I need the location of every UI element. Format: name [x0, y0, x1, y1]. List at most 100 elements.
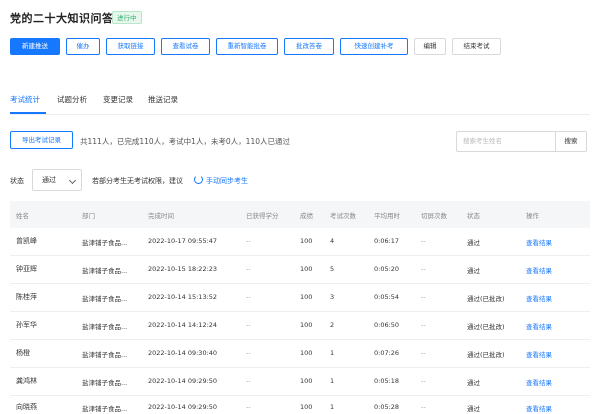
end-exam-button[interactable]: 结束考试 [452, 38, 501, 55]
view-paper-button[interactable]: 查看试卷 [161, 38, 210, 55]
view-result-link[interactable]: 查看结果 [526, 293, 552, 303]
cell-name: 曾凯峰 [16, 237, 37, 245]
tab-question-analysis[interactable]: 试题分析 [57, 94, 87, 105]
cell-dept: 盐津铺子食品... [82, 379, 128, 387]
cell-status: 通过(已批改) [467, 351, 505, 359]
urge-button[interactable]: 催办 [66, 38, 100, 55]
cell-dept: 盐津铺子食品... [82, 405, 128, 413]
cell-switch: -- [421, 237, 426, 245]
cell-avg-time: 0:05:18 [374, 377, 400, 385]
grade-answers-button[interactable]: 批改答卷 [284, 38, 334, 55]
export-records-button[interactable]: 导出考试记录 [10, 131, 73, 149]
cell-attempts: 5 [330, 265, 335, 273]
cell-switch: -- [421, 293, 426, 301]
tab-change-log[interactable]: 变更记录 [103, 94, 133, 105]
cell-score: 100 [300, 321, 313, 329]
cell-name: 钟亚辉 [16, 265, 37, 273]
cell-status: 通过 [467, 405, 480, 413]
cell-dept: 盐津铺子食品... [82, 323, 128, 331]
new-push-button[interactable]: 新建推送 [10, 38, 60, 55]
column-header-status: 状态 [467, 212, 480, 220]
cell-score: 100 [300, 377, 313, 385]
cell-attempts: 1 [330, 377, 335, 385]
column-header-time: 完成时间 [148, 212, 174, 220]
cell-avg-time: 0:05:20 [374, 265, 400, 273]
cell-status: 通过 [467, 267, 480, 275]
cell-time: 2022-10-14 14:12:24 [148, 321, 218, 329]
cell-credit: -- [246, 265, 251, 273]
cell-switch: -- [421, 377, 426, 385]
sync-examinees-link[interactable]: 手动同步考生 [206, 176, 248, 186]
cell-switch: -- [421, 403, 426, 411]
refresh-icon[interactable] [194, 175, 203, 184]
cell-time: 2022-10-14 09:29:50 [148, 377, 218, 385]
cell-switch: -- [421, 321, 426, 329]
cell-status: 通过 [467, 239, 480, 247]
cell-status: 通过(已批改) [467, 323, 505, 331]
status-select[interactable]: 通过 [32, 169, 82, 191]
cell-credit: -- [246, 293, 251, 301]
cell-dept: 盐津铺子食品... [82, 351, 128, 359]
search-input[interactable]: 搜索考生姓名 [456, 131, 556, 152]
view-result-link[interactable]: 查看结果 [526, 349, 552, 359]
cell-score: 100 [300, 265, 313, 273]
column-header-score: 成绩 [300, 212, 313, 220]
table-row: 曾凯峰 盐津铺子食品... 2022-10-17 09:55:47 -- 100… [10, 228, 590, 256]
cell-avg-time: 0:07:26 [374, 349, 400, 357]
cell-credit: -- [246, 349, 251, 357]
cell-avg-time: 0:05:28 [374, 403, 400, 411]
column-header-avg-time: 平均用时 [374, 212, 400, 220]
re-grade-button[interactable]: 重新智能批卷 [216, 38, 278, 55]
cell-credit: -- [246, 377, 251, 385]
cell-dept: 盐津铺子食品... [82, 267, 128, 275]
cell-time: 2022-10-14 09:30:40 [148, 349, 218, 357]
cell-attempts: 1 [330, 403, 335, 411]
table-row: 龚鸿林 盐津铺子食品... 2022-10-14 09:29:50 -- 100… [10, 368, 590, 396]
table-row: 杨橙 盐津铺子食品... 2022-10-14 09:30:40 -- 100 … [10, 340, 590, 368]
column-header-switch: 切屏次数 [421, 212, 447, 220]
cell-credit: -- [246, 321, 251, 329]
get-link-button[interactable]: 获取链接 [106, 38, 155, 55]
cell-avg-time: 0:06:17 [374, 237, 400, 245]
column-header-name: 姓名 [16, 212, 29, 220]
cell-switch: -- [421, 349, 426, 357]
edit-button[interactable]: 编辑 [414, 38, 446, 55]
view-result-link[interactable]: 查看结果 [526, 321, 552, 331]
cell-time: 2022-10-14 09:29:50 [148, 403, 218, 411]
status-select-value: 通过 [42, 176, 56, 184]
status-filter-label: 状态 [10, 177, 24, 185]
view-result-link[interactable]: 查看结果 [526, 237, 552, 247]
cell-name: 杨橙 [16, 349, 30, 357]
permission-notice: 若部分考生无考试权限，建议 [92, 177, 183, 185]
tab-bar: 考试统计 试题分析 变更记录 推送记录 [10, 94, 590, 114]
view-result-link[interactable]: 查看结果 [526, 403, 552, 413]
table-row: 向晓燕 盐津铺子食品... 2022-10-14 09:29:50 -- 100… [10, 396, 590, 414]
search-button[interactable]: 搜索 [555, 131, 587, 152]
cell-attempts: 4 [330, 237, 335, 245]
cell-switch: -- [421, 265, 426, 273]
cell-name: 龚鸿林 [16, 377, 37, 385]
column-header-action: 操作 [526, 212, 539, 220]
cell-attempts: 2 [330, 321, 335, 329]
cell-name: 陈桂萍 [16, 293, 37, 301]
tab-exam-stats[interactable]: 考试统计 [10, 94, 40, 105]
view-result-link[interactable]: 查看结果 [526, 265, 552, 275]
column-header-attempts: 考试次数 [330, 212, 356, 220]
cell-score: 100 [300, 349, 313, 357]
cell-attempts: 3 [330, 293, 335, 301]
table-row: 钟亚辉 盐津铺子食品... 2022-10-15 18:22:23 -- 100… [10, 256, 590, 284]
tab-push-log[interactable]: 推送记录 [148, 94, 178, 105]
chevron-down-icon [68, 176, 77, 185]
cell-credit: -- [246, 237, 251, 245]
cell-score: 100 [300, 293, 313, 301]
column-header-credit: 已获得学分 [246, 212, 279, 220]
cell-time: 2022-10-14 15:13:52 [148, 293, 218, 301]
column-header-dept: 部门 [82, 212, 95, 220]
cell-credit: -- [246, 403, 251, 411]
cell-dept: 盐津铺子食品... [82, 295, 128, 303]
create-makeup-exam-button[interactable]: 快速创建补考 [340, 38, 408, 55]
tabs-divider [10, 114, 590, 115]
cell-status: 通过(已批改) [467, 295, 505, 303]
view-result-link[interactable]: 查看结果 [526, 377, 552, 387]
cell-name: 向晓燕 [16, 403, 37, 411]
